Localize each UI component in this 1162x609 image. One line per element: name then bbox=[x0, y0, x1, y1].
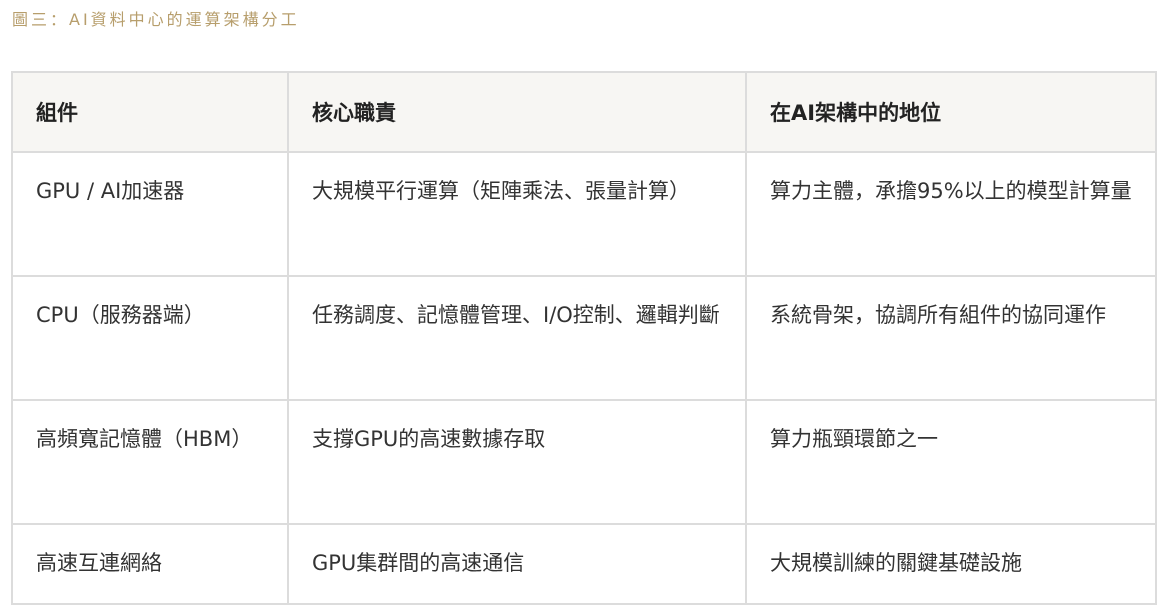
table-header-row: 組件 核心職責 在AI架構中的地位 bbox=[11, 71, 1157, 153]
cell-role-in-ai: 算力主體，承擔95%以上的模型計算量 bbox=[745, 151, 1157, 277]
table-row: 高速互連網絡 GPU集群間的高速通信 大規模訓練的關鍵基礎設施 bbox=[11, 523, 1157, 605]
cell-core-duty: 大規模平行運算（矩陣乘法、張量計算） bbox=[287, 151, 747, 277]
table-row: GPU / AI加速器 大規模平行運算（矩陣乘法、張量計算） 算力主體，承擔95… bbox=[11, 151, 1157, 277]
cell-core-duty: GPU集群間的高速通信 bbox=[287, 523, 747, 605]
cell-role-in-ai: 系統骨架，協調所有組件的協同運作 bbox=[745, 275, 1157, 401]
compute-architecture-table: 組件 核心職責 在AI架構中的地位 GPU / AI加速器 大規模平行運算（矩陣… bbox=[11, 71, 1157, 605]
table-row: 高頻寬記憶體（HBM） 支撐GPU的高速數據存取 算力瓶頸環節之一 bbox=[11, 399, 1157, 525]
figure-caption: 圖三：AI資料中心的運算架構分工 bbox=[12, 10, 300, 29]
cell-role-in-ai: 算力瓶頸環節之一 bbox=[745, 399, 1157, 525]
header-component: 組件 bbox=[11, 71, 289, 153]
cell-core-duty: 支撐GPU的高速數據存取 bbox=[287, 399, 747, 525]
cell-component: CPU（服務器端） bbox=[11, 275, 289, 401]
cell-role-in-ai: 大規模訓練的關鍵基礎設施 bbox=[745, 523, 1157, 605]
cell-component: GPU / AI加速器 bbox=[11, 151, 289, 277]
cell-component: 高頻寬記憶體（HBM） bbox=[11, 399, 289, 525]
table-row: CPU（服務器端） 任務調度、記憶體管理、I/O控制、邏輯判斷 系統骨架，協調所… bbox=[11, 275, 1157, 401]
cell-core-duty: 任務調度、記憶體管理、I/O控制、邏輯判斷 bbox=[287, 275, 747, 401]
cell-component: 高速互連網絡 bbox=[11, 523, 289, 605]
header-role-in-ai: 在AI架構中的地位 bbox=[745, 71, 1157, 153]
header-core-duty: 核心職責 bbox=[287, 71, 747, 153]
